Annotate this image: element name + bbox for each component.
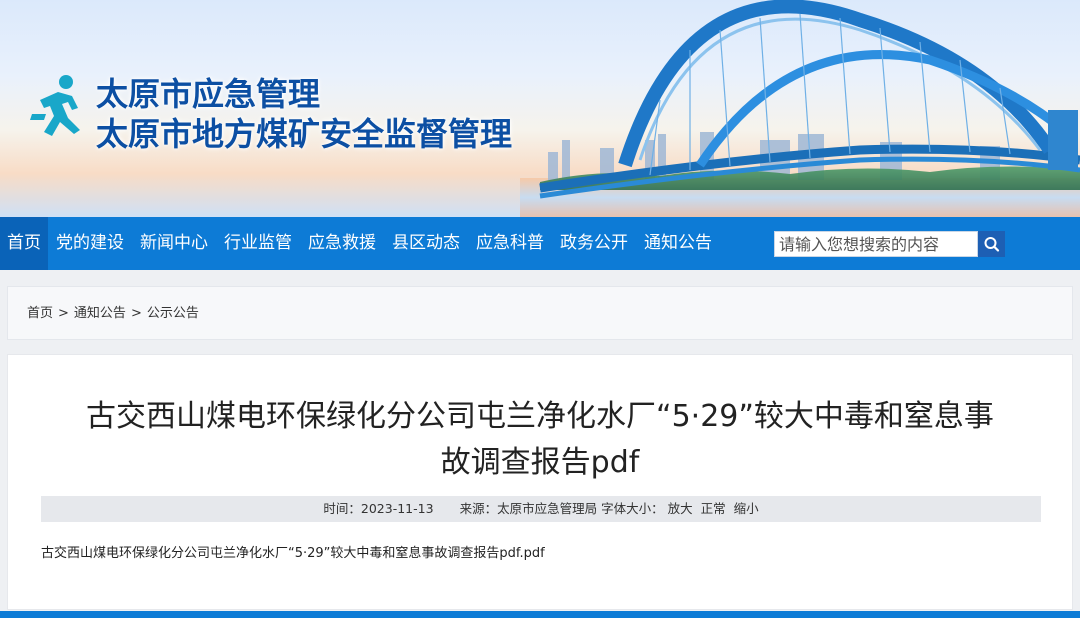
search-icon — [984, 237, 1000, 252]
source-value: 太原市应急管理局 — [497, 501, 598, 516]
font-size-small[interactable]: 缩小 — [734, 501, 759, 516]
nav-item-government-affairs[interactable]: 政务公开 — [552, 217, 636, 270]
article-title-line1: 古交西山煤电环保绿化分公司屯兰净化水厂“5·29”较大中毒和窒息事 — [86, 399, 994, 434]
article-title: 古交西山煤电环保绿化分公司屯兰净化水厂“5·29”较大中毒和窒息事 故调查报告p… — [30, 394, 1050, 486]
nav-item-emergency-science[interactable]: 应急科普 — [468, 217, 552, 270]
font-size-label: 字体大小： — [601, 501, 664, 516]
nav-item-news-center[interactable]: 新闻中心 — [132, 217, 216, 270]
date-label: 时间： — [323, 501, 361, 516]
font-size-normal[interactable]: 正常 — [701, 501, 726, 516]
breadcrumb-notices[interactable]: 通知公告 — [74, 306, 126, 321]
nav-item-notices[interactable]: 通知公告 — [636, 217, 720, 270]
site-title-line1: 太原市应急管理 — [96, 75, 321, 113]
site-title-line2: 太原市地方煤矿安全监督管理 — [96, 115, 513, 153]
running-person-icon — [30, 75, 80, 136]
nav-item-industry-supervision[interactable]: 行业监管 — [216, 217, 300, 270]
breadcrumb-separator: > — [58, 306, 69, 321]
search-input[interactable] — [774, 231, 978, 257]
attachment-link[interactable]: 古交西山煤电环保绿化分公司屯兰净化水厂“5·29”较大中毒和窒息事故调查报告pd… — [41, 544, 545, 564]
article-title-line2: 故调查报告pdf — [440, 445, 640, 480]
search-button[interactable] — [978, 231, 1005, 257]
breadcrumb-public-announcements[interactable]: 公示公告 — [147, 306, 199, 321]
site-title: 太原市应急管理 太原市地方煤矿安全监督管理 — [96, 74, 512, 154]
publish-date: 2023-11-13 — [360, 501, 434, 516]
breadcrumb-separator: > — [130, 306, 142, 321]
article-meta: 时间：2023-11-13 来源：太原市应急管理局 字体大小： 放大 正常 缩小 — [41, 496, 1041, 522]
nav-item-county-news[interactable]: 县区动态 — [384, 217, 468, 270]
breadcrumb-home[interactable]: 首页 — [27, 306, 53, 321]
source-label: 来源： — [459, 501, 498, 516]
nav-item-party-building[interactable]: 党的建设 — [48, 217, 132, 270]
footer-stripe — [0, 611, 1080, 618]
nav-item-emergency-rescue[interactable]: 应急救援 — [300, 217, 384, 270]
header-banner: 太原市应急管理 太原市地方煤矿安全监督管理 — [0, 0, 1080, 217]
nav-item-home[interactable]: 首页 — [0, 217, 48, 270]
nav-items: 首页 党的建设 新闻中心 行业监管 应急救援 县区动态 应急科普 政务公开 通知… — [0, 217, 720, 270]
breadcrumb: 首页 > 通知公告 > 公示公告 — [27, 304, 199, 324]
font-size-large[interactable]: 放大 — [668, 501, 693, 516]
